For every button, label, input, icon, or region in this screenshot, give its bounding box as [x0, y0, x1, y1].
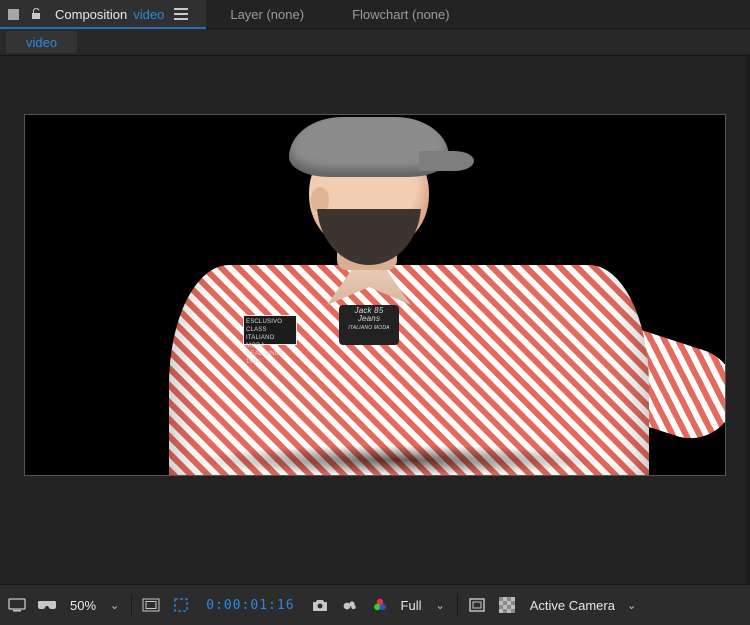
panel-tab-row: Composition video Layer (none) Flowchart… [0, 0, 750, 29]
color-management-icon[interactable] [369, 594, 391, 616]
resolution-value[interactable]: Full [401, 598, 422, 613]
comp-subtab-row: video [0, 29, 750, 56]
snapshot-icon[interactable] [309, 594, 331, 616]
tab-composition-label: Composition [55, 7, 127, 22]
comp-color-swatch [8, 9, 19, 20]
monitor-icon[interactable] [6, 594, 28, 616]
tab-composition[interactable]: Composition video [0, 0, 206, 28]
unlock-icon[interactable] [25, 3, 47, 25]
transparency-grid-icon[interactable] [496, 594, 518, 616]
safe-zones-icon[interactable] [140, 594, 162, 616]
panel-menu-icon[interactable] [174, 8, 188, 20]
camera-dropdown-icon[interactable]: ⌄ [627, 599, 636, 612]
zoom-value[interactable]: 50% [70, 598, 96, 613]
goggles-icon[interactable] [36, 594, 58, 616]
comp-subtab-video[interactable]: video [6, 31, 77, 53]
tab-flowchart[interactable]: Flowchart (none) [328, 0, 474, 28]
composition-canvas[interactable]: ESCLUSIVO CLASSITALIANO MODAREAL SINCE 1… [24, 114, 726, 476]
composition-panel: Composition video Layer (none) Flowchart… [0, 0, 750, 625]
current-time[interactable]: 0:00:01:16 [206, 598, 294, 613]
camera-value[interactable]: Active Camera [530, 598, 615, 613]
region-of-interest-icon[interactable] [466, 594, 488, 616]
resolution-dropdown-icon[interactable]: ⌄ [435, 599, 444, 612]
tab-layer[interactable]: Layer (none) [206, 0, 328, 28]
cloud-share-icon[interactable] [339, 594, 361, 616]
zoom-dropdown-icon[interactable]: ⌄ [110, 599, 119, 612]
rendered-frame-content: ESCLUSIVO CLASSITALIANO MODAREAL SINCE 1… [139, 115, 679, 475]
tab-composition-link: video [133, 7, 164, 22]
viewer-footer: 50% ⌄ 0:00:01:16 Full ⌄ Active Camera ⌄ [0, 584, 750, 625]
viewer-area[interactable]: ESCLUSIVO CLASSITALIANO MODAREAL SINCE 1… [0, 56, 750, 585]
mask-bounds-icon[interactable] [170, 594, 192, 616]
